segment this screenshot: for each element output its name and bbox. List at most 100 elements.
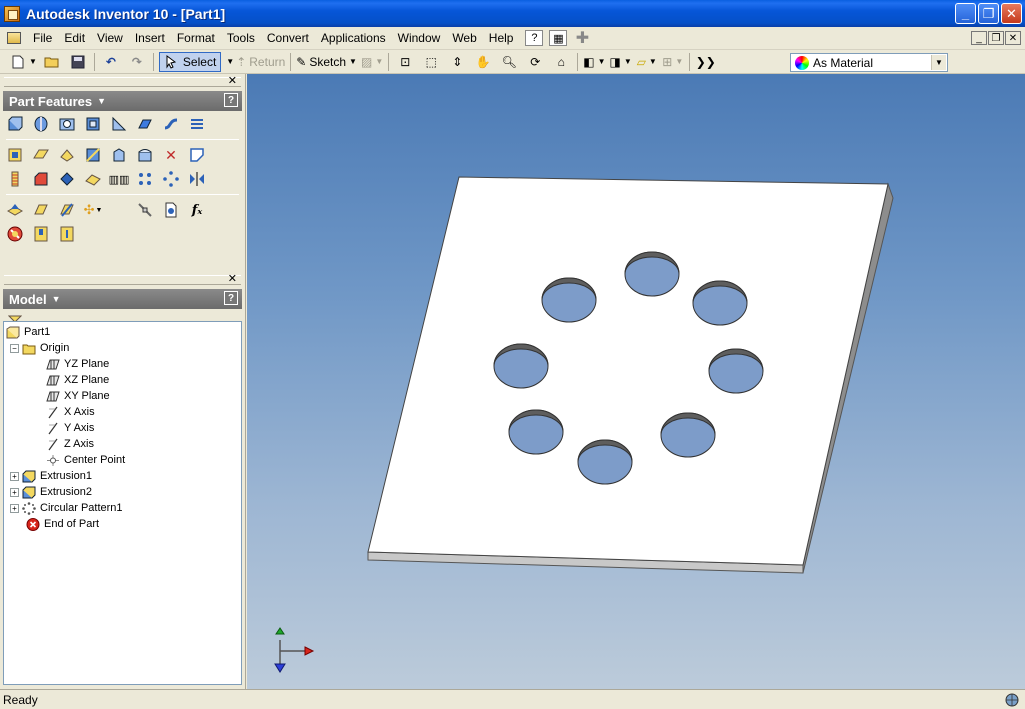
menu-applications[interactable]: Applications [315,31,392,45]
redo-button[interactable]: ↷ [126,52,148,72]
panel-grip[interactable]: ✕ [4,75,241,87]
menu-edit[interactable]: Edit [58,31,91,45]
tree-item-x-axis[interactable]: X Axis [6,404,241,420]
menu-web[interactable]: Web [446,31,482,45]
tree-item-extrusion1[interactable]: + Extrusion1 [6,468,241,484]
look-at-button[interactable]: ⌂ [550,52,572,72]
model-header[interactable]: Model ▼ ? [3,289,242,309]
work-plane-tool-icon[interactable] [32,201,50,219]
knurl-icon[interactable]: ▥▥ [109,170,130,188]
new-button[interactable]: ▼ [10,52,37,72]
rib-icon[interactable] [110,115,128,133]
insert-item-icon[interactable] [32,225,50,243]
open-button[interactable] [41,52,63,72]
tree-item-yz-plane[interactable]: YZ Plane [6,356,241,372]
expand-icon[interactable]: + [10,487,19,497]
thread-icon[interactable] [6,170,24,188]
hole-icon[interactable] [58,115,76,133]
graphics-viewport[interactable] [247,74,1025,689]
select-dropdown-icon[interactable]: ▼ [226,57,234,66]
menu-tools[interactable]: Tools [221,31,261,45]
hatch-button[interactable]: ▨ ▼ [361,52,383,72]
structure-button[interactable]: ⊞ ▼ [662,52,684,72]
menu-view[interactable]: View [91,31,129,45]
zoom-selected-button[interactable]: 🔍︎ [498,52,520,72]
doc-minimize-button[interactable]: _ [971,31,987,45]
decal-icon[interactable] [188,146,206,164]
maximize-button[interactable]: ❐ [978,3,999,24]
emboss-icon[interactable] [6,146,24,164]
menu-window[interactable]: Window [392,31,447,45]
extrude-icon[interactable] [6,115,24,133]
sweep-icon[interactable] [162,115,180,133]
loft-icon[interactable] [136,115,154,133]
tree-item-part1[interactable]: Part1 [6,324,241,340]
work-axis-icon[interactable] [58,201,76,219]
tree-item-xz-plane[interactable]: XZ Plane [6,372,241,388]
replace-face-icon[interactable] [58,170,76,188]
coil-icon[interactable] [188,115,206,133]
section-view-button[interactable]: ▱ ▼ [636,52,658,72]
help-topics-button[interactable]: ? [525,30,544,46]
calculator-button[interactable]: ▦ [549,30,568,46]
rectangular-pattern-icon[interactable] [136,170,154,188]
derived-component-icon[interactable] [6,201,24,219]
tree-item-origin[interactable]: − Origin [6,340,241,356]
whats-this-button[interactable]: ❯❯ [695,52,717,72]
sketch-button[interactable]: ✎ Sketch ▼ [296,52,357,72]
promote-icon[interactable] [136,201,154,219]
expand-icon[interactable]: + [10,471,19,481]
work-plane-icon[interactable] [32,146,50,164]
fillet-icon[interactable] [136,146,154,164]
close-button[interactable]: ✕ [1001,3,1022,24]
material-select[interactable]: As Material ▼ [790,53,948,72]
shell-icon[interactable] [84,115,102,133]
collapse-icon[interactable]: − [10,343,19,353]
add-button[interactable]: ✚ [573,30,591,47]
menu-format[interactable]: Format [171,31,221,45]
inventor-app-icon[interactable] [4,5,20,22]
panel-close-icon[interactable]: ✕ [228,272,237,285]
tree-item-circular-pattern1[interactable]: + Circular Pattern1 [6,500,241,516]
work-point-icon[interactable]: ✣ ▼ [84,201,103,219]
select-button[interactable]: Select [158,51,222,72]
tree-item-center-point[interactable]: Center Point [6,452,241,468]
save-button[interactable] [67,52,89,72]
sculpt-icon[interactable] [84,170,102,188]
chamfer-icon[interactable] [32,170,50,188]
undo-button[interactable]: ↶ [100,52,122,72]
revolve-icon[interactable] [32,115,50,133]
zoom-window-button[interactable]: ⬚ [420,52,442,72]
tree-item-xy-plane[interactable]: XY Plane [6,388,241,404]
doc-restore-button[interactable]: ❐ [988,31,1004,45]
circular-pattern-icon[interactable] [162,170,180,188]
menu-help[interactable]: Help [483,31,520,45]
model-panel-grip[interactable]: ✕ [4,272,241,285]
no-stop-icon[interactable] [6,225,24,243]
pan-button[interactable]: ✋ [472,52,494,72]
zoom-button[interactable]: ⇕ [446,52,468,72]
return-button[interactable]: ⇡ Return [236,52,285,72]
help-icon[interactable]: ? [224,93,238,107]
delete-face-icon[interactable]: ✕ [162,146,180,164]
tree-item-y-axis[interactable]: Y Axis [6,420,241,436]
mirror-icon[interactable] [188,170,206,188]
menu-file[interactable]: File [27,31,58,45]
camera-view-button[interactable]: ◨ ▼ [610,52,632,72]
tree-item-end-of-part[interactable]: End of Part [6,516,241,532]
help-icon[interactable]: ? [224,291,238,305]
minimize-button[interactable]: _ [955,3,976,24]
split-icon[interactable] [84,146,102,164]
document-icon[interactable] [7,32,21,44]
material-dropdown-icon[interactable]: ▼ [931,55,946,70]
tree-item-extrusion2[interactable]: + Extrusion2 [6,484,241,500]
zoom-all-button[interactable]: ⊡ [394,52,416,72]
expand-icon[interactable]: + [10,503,19,513]
face-draft-icon[interactable] [58,146,76,164]
doc-close-button[interactable]: ✕ [1005,31,1021,45]
display-style-button[interactable]: ◧ ▼ [583,52,605,72]
menu-convert[interactable]: Convert [261,31,315,45]
part-model[interactable] [247,74,1025,689]
thicken-icon[interactable] [110,146,128,164]
rotate-button[interactable]: ⟳ [524,52,546,72]
